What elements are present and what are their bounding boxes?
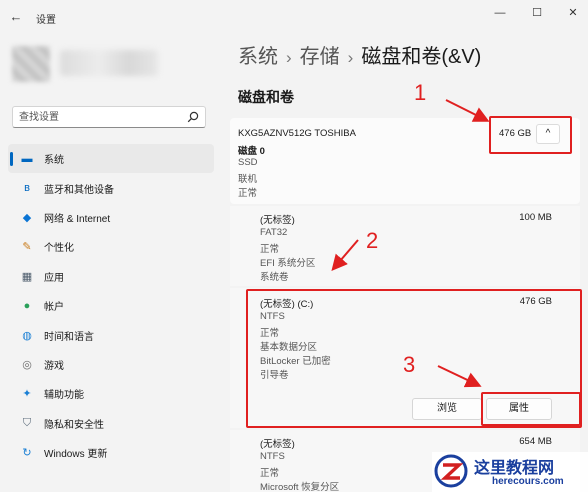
sidebar-item-windows-update[interactable]: ↻ Windows 更新 — [8, 438, 214, 467]
display-icon: ▬ — [21, 152, 33, 165]
volume-filesystem: FAT32 — [260, 227, 288, 238]
sidebar-item-personalization[interactable]: ✎ 个性化 — [8, 232, 214, 261]
apps-icon: ▦ — [21, 270, 33, 283]
sidebar-item-label: 时间和语言 — [44, 331, 94, 343]
sidebar-item-label: 应用 — [44, 272, 64, 284]
breadcrumb: 系统 › 存储 › 磁盘和卷(&V) — [238, 40, 481, 69]
watermark: 这里教程网 herecours.com — [432, 452, 588, 492]
volume-size: 654 MB — [519, 436, 552, 447]
volume-status: 正常 — [260, 244, 280, 255]
chevron-right-icon: › — [286, 48, 292, 67]
annotation-number-3: 3 — [403, 352, 416, 377]
sidebar-item-system[interactable]: ▬ 系统 — [8, 144, 214, 174]
sidebar-item-gaming[interactable]: ◎ 游戏 — [8, 350, 214, 379]
globe-icon: ◍ — [22, 329, 32, 342]
volume-filesystem: NTFS — [260, 451, 285, 462]
account-icon: ● — [23, 299, 31, 312]
sidebar-item-time-language[interactable]: ◍ 时间和语言 — [8, 320, 214, 349]
sidebar-item-label: 游戏 — [44, 360, 64, 372]
wifi-icon: ◆ — [22, 211, 32, 224]
volume-label: (无标签) — [260, 439, 295, 450]
volume-type: EFI 系统分区 — [260, 258, 316, 269]
sidebar-item-privacy[interactable]: ⛉ 隐私和安全性 — [8, 409, 214, 438]
user-profile[interactable] — [6, 42, 166, 88]
volume-item[interactable]: (无标签) FAT32 正常 EFI 系统分区 系统卷 100 MB — [230, 206, 580, 286]
shield-icon: ⛉ — [22, 416, 32, 429]
chevron-right-icon: › — [347, 48, 354, 67]
sidebar-item-label: Windows 更新 — [44, 449, 108, 461]
app-title: 设置 — [36, 15, 56, 26]
disk-name: 磁盘 0 — [238, 146, 265, 157]
gamepad-icon: ◎ — [22, 358, 32, 371]
brush-icon: ✎ — [22, 241, 32, 254]
watermark-logo — [434, 454, 468, 488]
breadcrumb-current: 磁盘和卷(&V) — [361, 46, 482, 68]
sidebar-item-label: 隐私和安全性 — [44, 419, 104, 431]
sidebar-item-accessibility[interactable]: ✦ 辅助功能 — [8, 379, 214, 408]
sidebar-item-label: 个性化 — [44, 243, 74, 255]
annotation-box-3 — [481, 392, 581, 426]
disk-status: 联机 — [238, 174, 258, 185]
maximize-button[interactable]: ☐ — [525, 5, 549, 21]
sidebar-item-bluetooth[interactable]: ʙ 蓝牙和其他设备 — [8, 173, 214, 202]
back-arrow-icon[interactable]: ← — [8, 9, 24, 25]
disk-model: KXG5AZNV512G TOSHIBA — [238, 128, 356, 139]
avatar — [12, 46, 50, 82]
close-button[interactable]: ✕ — [561, 5, 585, 21]
volume-status: 正常 — [260, 468, 280, 479]
sidebar-item-apps[interactable]: ▦ 应用 — [8, 262, 214, 291]
annotation-number-1: 1 — [414, 80, 427, 105]
sidebar-nav: ▬ 系统 ʙ 蓝牙和其他设备 ◆ 网络 & Internet ✎ 个性化 ▦ 应… — [8, 144, 214, 467]
sidebar-item-accounts[interactable]: ● 帐户 — [8, 291, 214, 320]
update-icon: ↻ — [22, 447, 32, 460]
search-box[interactable] — [12, 106, 206, 128]
annotation-box-1 — [489, 116, 572, 154]
disk-type: SSD — [238, 157, 258, 168]
watermark-url: herecours.com — [492, 476, 564, 487]
sidebar-item-label: 辅助功能 — [44, 390, 84, 402]
disk-health: 正常 — [238, 188, 258, 199]
sidebar-item-label: 蓝牙和其他设备 — [44, 184, 114, 196]
sidebar-item-label: 网络 & Internet — [44, 213, 111, 225]
accessibility-icon: ✦ — [22, 388, 32, 401]
annotation-number-2: 2 — [366, 228, 379, 253]
bluetooth-icon: ʙ — [24, 182, 30, 195]
volume-size: 100 MB — [519, 212, 552, 223]
breadcrumb-system[interactable]: 系统 — [238, 46, 278, 68]
watermark-title: 这里教程网 — [474, 458, 555, 477]
search-input[interactable] — [19, 110, 179, 124]
sidebar-item-label: 帐户 — [44, 302, 64, 314]
profile-name-blurred — [60, 50, 158, 76]
search-icon[interactable] — [187, 111, 199, 123]
volume-label: (无标签) — [260, 215, 295, 226]
section-title: 磁盘和卷 — [238, 89, 294, 105]
sidebar-item-label: 系统 — [44, 155, 64, 167]
volume-type: Microsoft 恢复分区 — [260, 482, 340, 492]
title-bar: ← 设置 — ☐ ✕ — [0, 0, 588, 34]
breadcrumb-storage[interactable]: 存储 — [300, 46, 340, 68]
volume-role: 系统卷 — [260, 272, 289, 283]
sidebar-item-network[interactable]: ◆ 网络 & Internet — [8, 203, 214, 232]
arrow-1 — [445, 99, 490, 122]
minimize-button[interactable]: — — [488, 5, 512, 21]
